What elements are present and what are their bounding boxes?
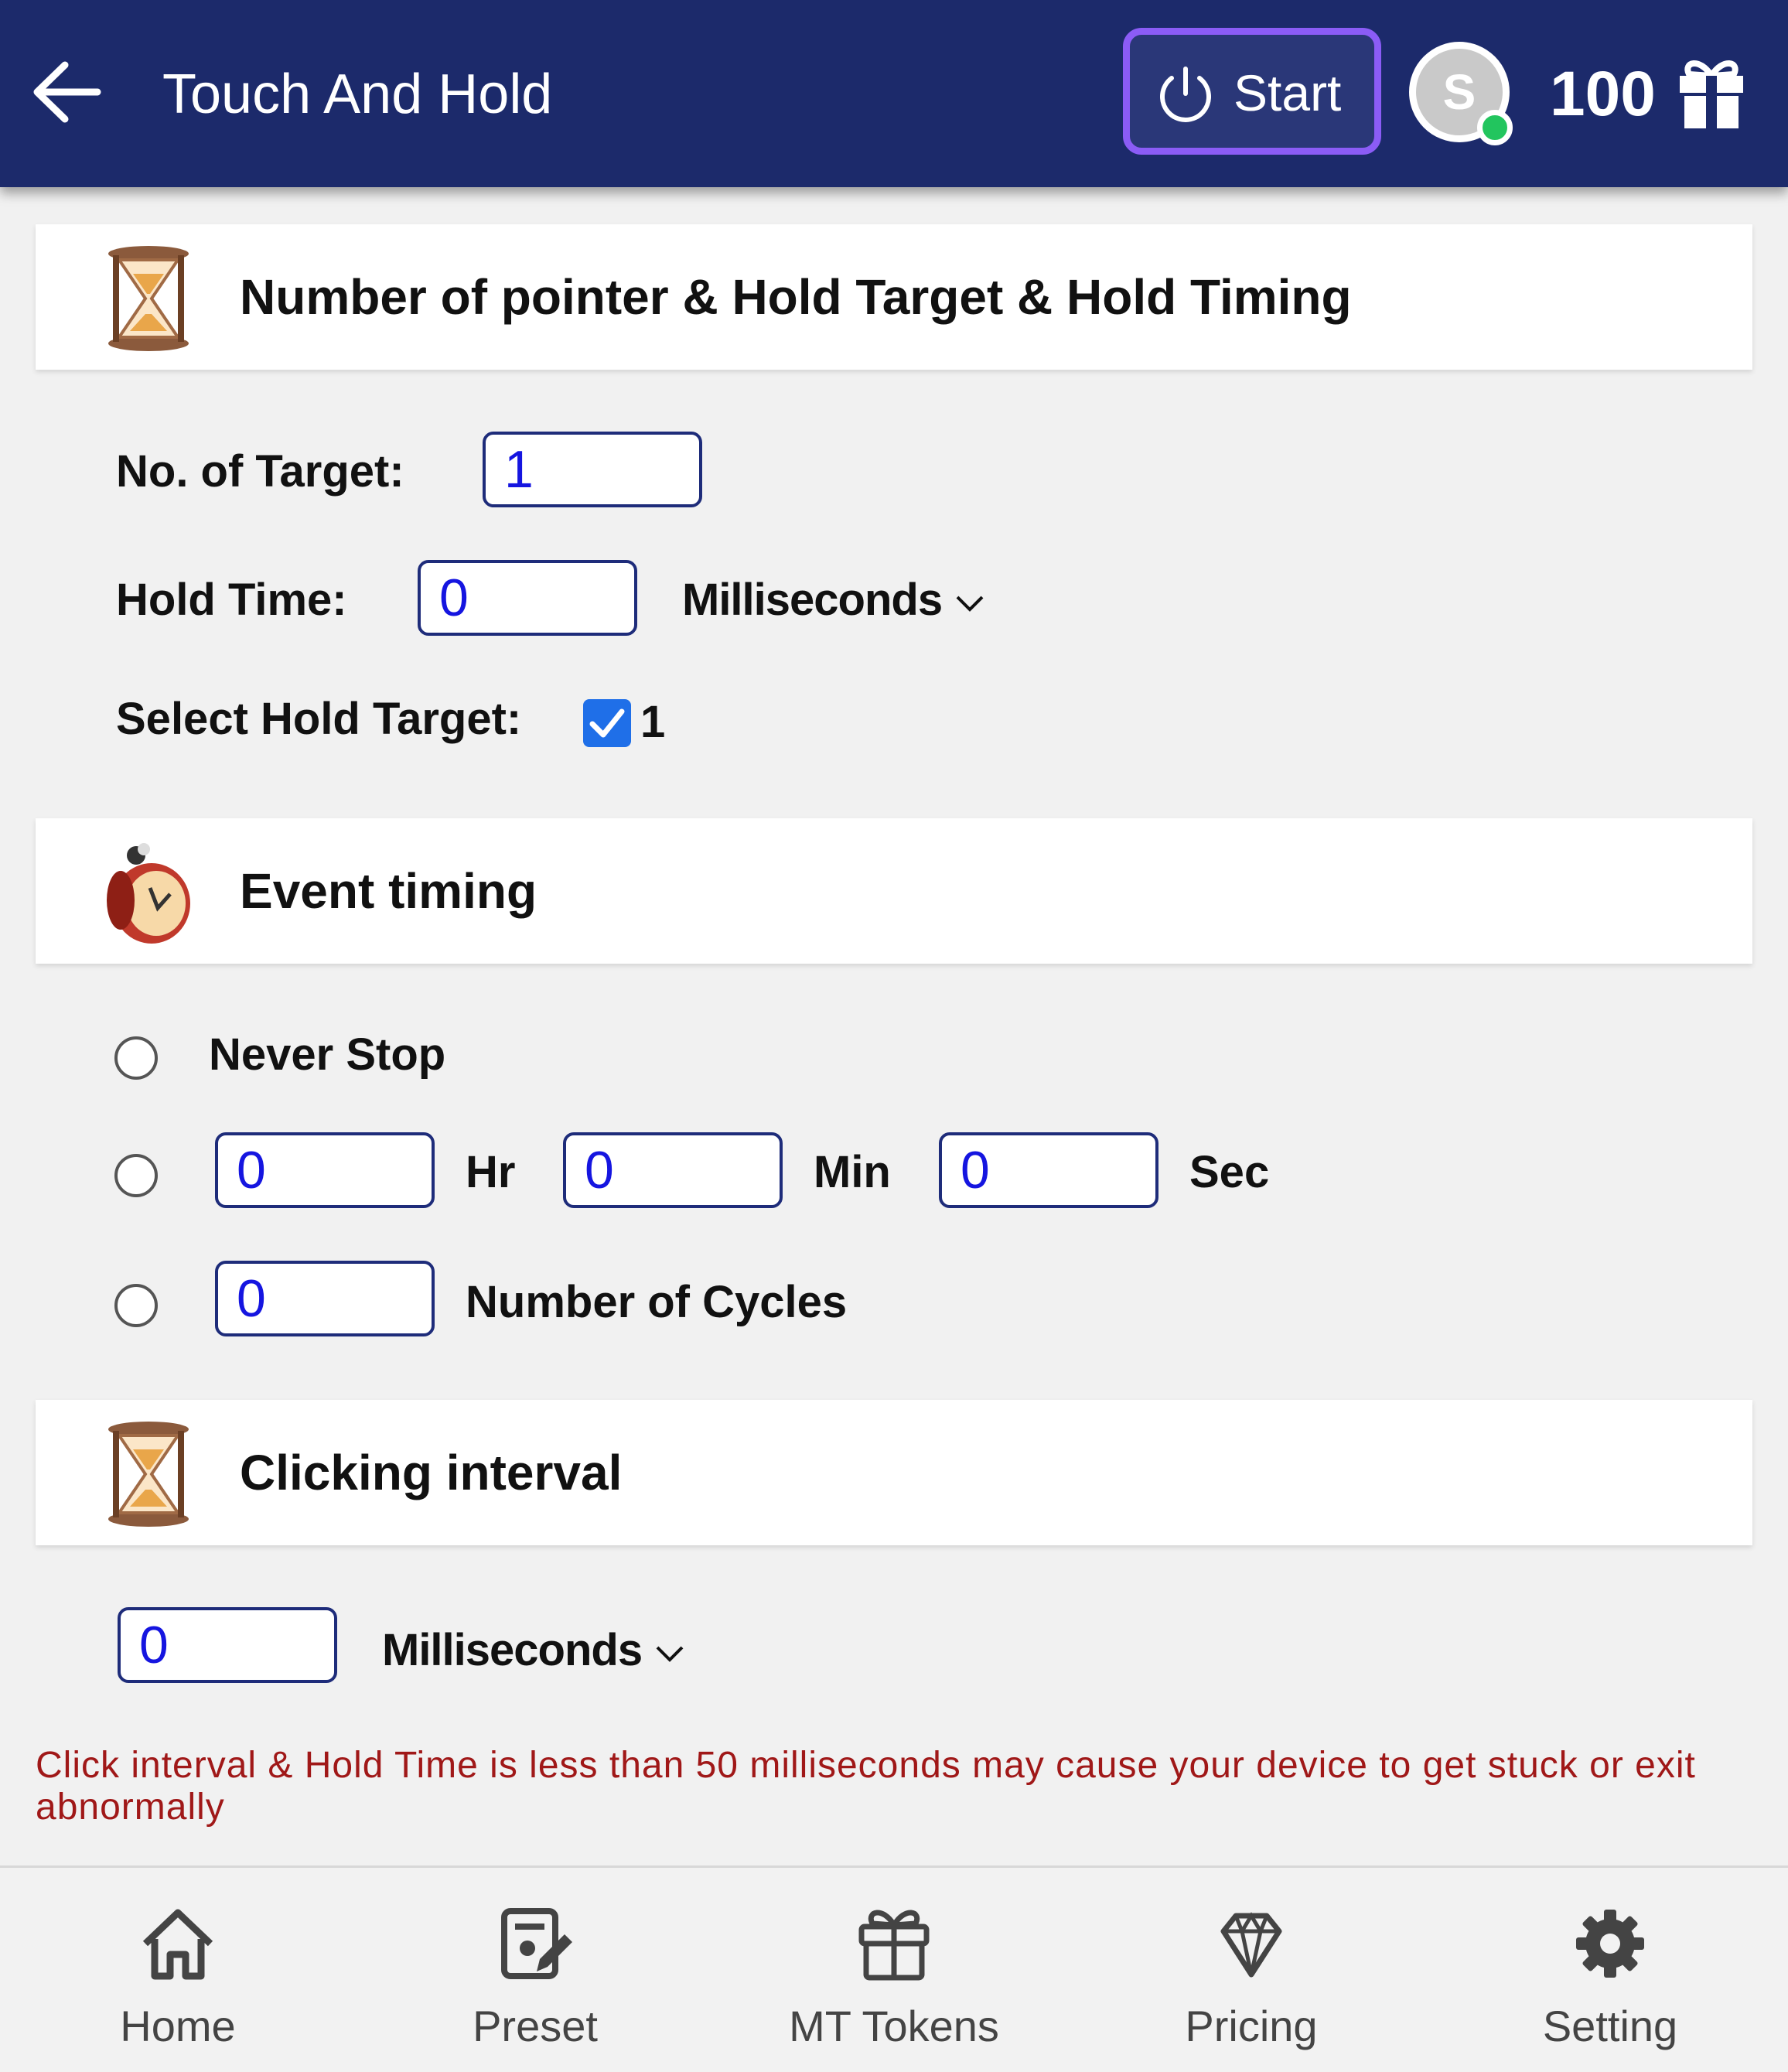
never-stop-label: Never Stop: [209, 1029, 446, 1080]
power-icon: [1160, 67, 1211, 122]
checkmark-icon: [589, 708, 625, 738]
nav-label-home: Home: [120, 2002, 236, 2050]
hold-target-checkbox[interactable]: [583, 699, 631, 747]
hold-time-input[interactable]: 0: [418, 560, 637, 636]
hold-time-unit-select[interactable]: Milliseconds: [682, 569, 985, 631]
seconds-unit-label: Sec: [1189, 1147, 1270, 1197]
top-app-bar: Touch And Hold Start S 100: [0, 0, 1788, 187]
nav-item-preset[interactable]: Preset: [419, 1868, 651, 2072]
page-title: Touch And Hold: [162, 63, 553, 125]
hold-target-number: 1: [640, 697, 666, 747]
section-header-clicking-interval: Clicking interval: [36, 1400, 1752, 1545]
gift-icon: [858, 1910, 930, 1981]
start-button-label: Start: [1234, 64, 1342, 121]
hours-unit-label: Hr: [466, 1147, 516, 1197]
chevron-down-icon: [956, 596, 984, 612]
section-header-event-timing: Event timing: [36, 818, 1752, 964]
interval-unit-value: Milliseconds: [382, 1625, 643, 1675]
targets-input[interactable]: 1: [483, 432, 702, 507]
cycles-input[interactable]: 0: [215, 1261, 435, 1336]
cycles-radio[interactable]: [114, 1284, 158, 1327]
nav-item-setting[interactable]: Setting: [1494, 1868, 1726, 2072]
cycles-label: Number of Cycles: [466, 1277, 848, 1327]
nav-label-pricing: Pricing: [1185, 2002, 1318, 2050]
select-target-label: Select Hold Target:: [116, 694, 522, 744]
seconds-input[interactable]: 0: [939, 1132, 1158, 1208]
section-title-clicking-interval: Clicking interval: [240, 1445, 623, 1500]
diamond-icon: [1220, 1912, 1282, 1978]
start-button[interactable]: Start: [1123, 28, 1381, 155]
targets-label: No. of Target:: [116, 446, 404, 497]
alarm-clock-icon: [107, 843, 190, 944]
nav-label-mt-tokens: MT Tokens: [789, 2002, 999, 2050]
interval-input[interactable]: 0: [118, 1607, 337, 1683]
home-icon: [142, 1909, 213, 1980]
nav-item-home[interactable]: Home: [62, 1868, 294, 2072]
interval-unit-select[interactable]: Milliseconds: [382, 1620, 685, 1681]
nav-item-pricing[interactable]: Pricing: [1135, 1868, 1367, 2072]
points-balance: 100: [1550, 59, 1656, 129]
duration-radio[interactable]: [114, 1154, 158, 1197]
minutes-unit-label: Min: [814, 1147, 891, 1197]
minutes-input[interactable]: 0: [563, 1132, 783, 1208]
nav-label-preset: Preset: [473, 2002, 598, 2050]
hourglass-icon: [108, 1422, 189, 1527]
online-status-dot: [1477, 110, 1513, 145]
chevron-down-icon: [656, 1646, 684, 1662]
hold-time-unit-value: Milliseconds: [682, 575, 943, 625]
preset-edit-icon: [501, 1908, 572, 1979]
gear-icon: [1576, 1910, 1644, 1978]
section-title-pointer: Number of pointer & Hold Target & Hold T…: [240, 269, 1352, 325]
back-arrow-icon[interactable]: [31, 59, 102, 125]
hold-time-label: Hold Time:: [116, 575, 347, 625]
nav-item-mt-tokens[interactable]: MT Tokens: [778, 1868, 1010, 2072]
nav-label-setting: Setting: [1542, 2002, 1678, 2050]
warning-message: Click interval & Hold Time is less than …: [36, 1745, 1696, 1828]
gift-icon[interactable]: [1677, 56, 1746, 130]
section-header-pointer: Number of pointer & Hold Target & Hold T…: [36, 224, 1752, 370]
hours-input[interactable]: 0: [215, 1132, 435, 1208]
hourglass-icon: [108, 246, 189, 351]
never-stop-radio[interactable]: [114, 1036, 158, 1080]
bottom-navigation: Home Preset MT Tokens Pricing Setting: [0, 1865, 1788, 2072]
section-title-event-timing: Event timing: [240, 863, 537, 919]
